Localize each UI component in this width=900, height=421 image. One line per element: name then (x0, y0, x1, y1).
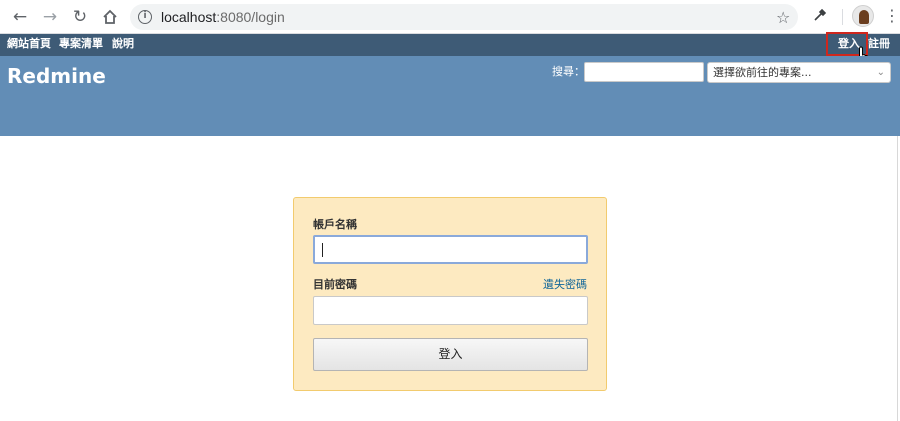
search-input[interactable] (584, 62, 704, 82)
reload-icon[interactable]: ↻ (70, 7, 90, 27)
text-caret (322, 243, 323, 257)
url-host: localhost (161, 9, 217, 25)
more-icon[interactable]: ⋮ (884, 7, 900, 25)
chevron-down-icon: ⌄ (876, 67, 885, 78)
login-form: 帳戶名稱 目前密碼 遺失密碼 登入 (293, 197, 607, 391)
top-menu-projects[interactable]: 專案清單 (59, 36, 103, 52)
project-jump-select[interactable]: 選擇欲前往的專案... ⌄ (707, 62, 891, 83)
login-submit-button[interactable]: 登入 (313, 338, 588, 371)
toolbar-separator (842, 9, 843, 25)
top-menu: 網站首頁 專案清單 說明 登入 註冊 (0, 34, 900, 56)
home-icon[interactable] (100, 7, 120, 27)
forward-icon[interactable]: → (40, 7, 60, 27)
header: Redmine 搜尋： 選擇欲前往的專案... ⌄ (0, 56, 900, 136)
back-icon[interactable]: ← (10, 7, 30, 27)
project-jump-placeholder: 選擇欲前往的專案... (713, 66, 812, 79)
eyedropper-icon[interactable] (812, 7, 828, 27)
top-menu-home[interactable]: 網站首頁 (7, 36, 51, 52)
site-title[interactable]: Redmine (7, 64, 106, 88)
username-label: 帳戶名稱 (313, 218, 357, 231)
url-text[interactable]: localhost:8080/login (161, 8, 285, 26)
info-icon[interactable]: i (138, 10, 152, 24)
top-menu-help[interactable]: 說明 (112, 36, 134, 52)
password-label: 目前密碼 (313, 278, 357, 291)
username-field[interactable] (313, 235, 588, 264)
avatar[interactable] (852, 5, 874, 27)
lost-password-link[interactable]: 遺失密碼 (543, 278, 587, 292)
address-bar[interactable]: i localhost:8080/login ☆ (130, 4, 798, 30)
browser-toolbar: ← → ↻ i localhost:8080/login ☆ ⋮ (0, 0, 900, 34)
url-path: :8080/login (216, 9, 285, 25)
password-field[interactable] (313, 296, 588, 325)
page-edge (897, 136, 898, 421)
search-label: 搜尋： (552, 65, 585, 78)
star-icon[interactable]: ☆ (776, 10, 790, 26)
